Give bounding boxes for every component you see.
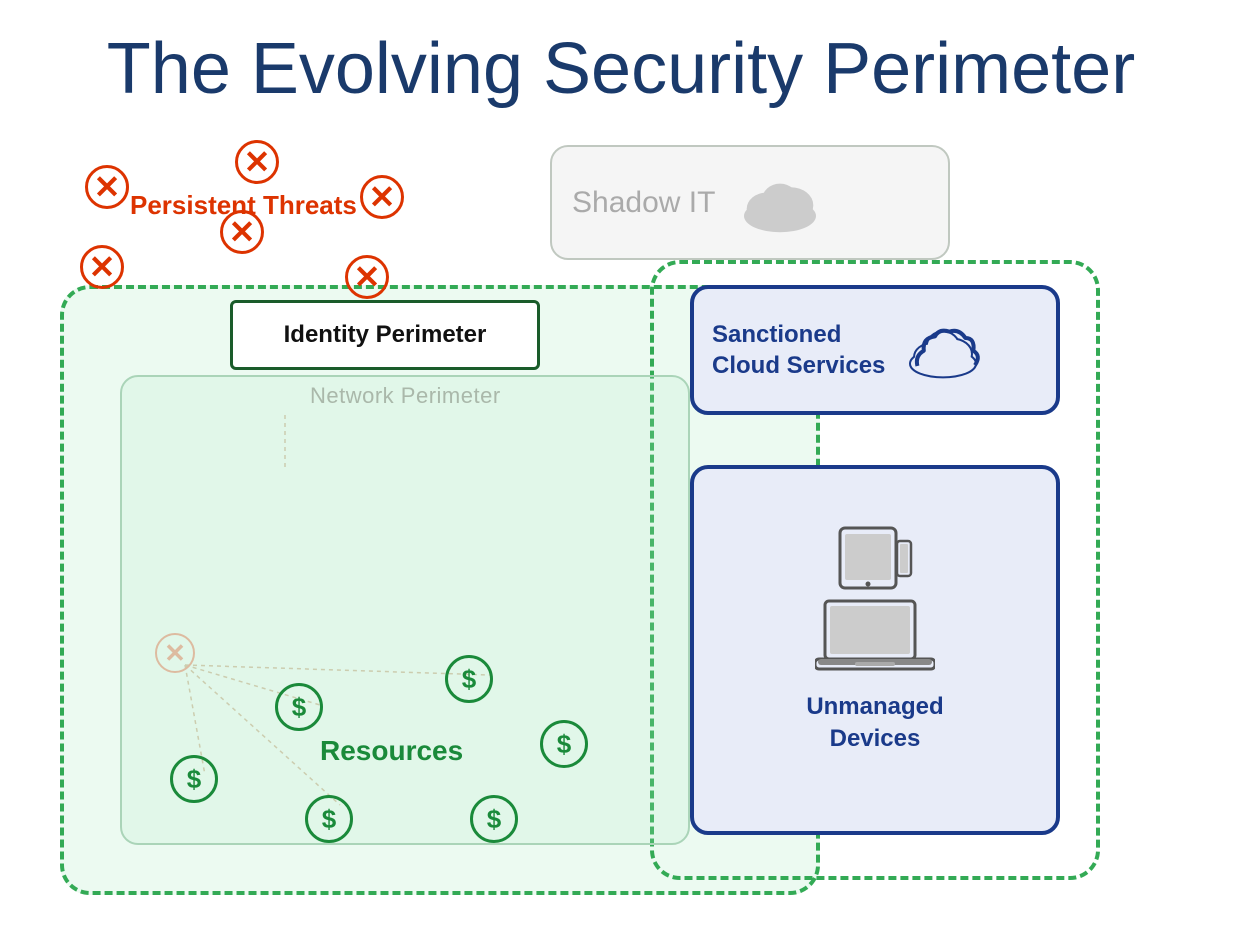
network-perimeter-label: Network Perimeter bbox=[310, 383, 501, 409]
resource-icon-4: $ bbox=[170, 755, 218, 803]
shadow-it-box: Shadow IT bbox=[550, 145, 950, 260]
persistent-threats-label: Persistent Threats bbox=[130, 190, 357, 221]
diagram-area: Network Perimeter Identity Perimeter Sha… bbox=[30, 135, 1212, 910]
sanctioned-cloud-box: SanctionedCloud Services bbox=[690, 285, 1060, 415]
sanctioned-cloud-label: SanctionedCloud Services bbox=[712, 319, 885, 381]
unmanaged-devices-label: UnmanagedDevices bbox=[806, 691, 943, 753]
identity-perimeter-box: Identity Perimeter bbox=[230, 300, 540, 370]
cloud-blue-icon bbox=[903, 320, 983, 380]
faded-threat-icon: ✕ bbox=[155, 633, 195, 673]
threat-icon-2: ✕ bbox=[235, 140, 279, 184]
threat-icon-5: ✕ bbox=[345, 255, 389, 299]
threat-icon-3: ✕ bbox=[360, 175, 404, 219]
resource-icon-3: $ bbox=[540, 720, 588, 768]
resource-icon-2: $ bbox=[445, 655, 493, 703]
laptop-icon bbox=[815, 596, 935, 681]
devices-stack bbox=[815, 526, 935, 681]
shadow-it-label: Shadow IT bbox=[572, 186, 715, 220]
tablet-small-icon bbox=[835, 526, 915, 591]
resources-label: Resources bbox=[320, 735, 463, 767]
resource-icon-5: $ bbox=[305, 795, 353, 843]
resource-icon-1: $ bbox=[275, 683, 323, 731]
threat-icon-4: ✕ bbox=[80, 245, 124, 289]
unmanaged-devices-box: UnmanagedDevices bbox=[690, 465, 1060, 835]
threat-icon-1: ✕ bbox=[85, 165, 129, 209]
resource-icon-6: $ bbox=[470, 795, 518, 843]
cloud-gray-icon bbox=[735, 170, 825, 235]
identity-perimeter-label: Identity Perimeter bbox=[284, 321, 487, 349]
page-title: The Evolving Security Perimeter bbox=[0, 0, 1242, 109]
